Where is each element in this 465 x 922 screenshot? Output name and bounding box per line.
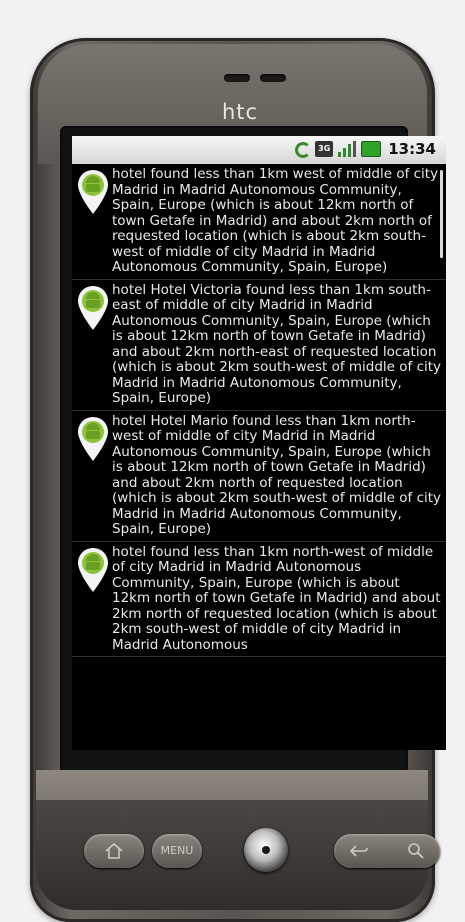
android-pin-icon <box>78 285 108 330</box>
battery-icon <box>361 141 382 157</box>
back-search-buttons[interactable] <box>334 834 440 868</box>
list-item[interactable]: hotel found less than 1km west of middle… <box>72 164 446 280</box>
result-text: hotel Hotel Mario found less than 1km no… <box>112 412 442 537</box>
status-bar: 3G 13:34 <box>72 136 446 164</box>
menu-button[interactable]: MENU <box>152 834 202 868</box>
home-button[interactable] <box>84 834 144 868</box>
menu-label: MENU <box>160 844 194 857</box>
results-list[interactable]: hotel found less than 1km west of middle… <box>72 164 446 657</box>
screen: 3G 13:34 hotel found less than 1km west … <box>72 136 446 750</box>
sync-icon <box>294 141 312 158</box>
android-pin-icon <box>78 547 108 592</box>
android-pin-icon <box>78 416 108 461</box>
back-icon <box>349 845 368 857</box>
signal-icon <box>338 141 357 157</box>
android-pin-icon <box>78 170 108 214</box>
home-icon <box>105 842 123 859</box>
3g-icon: 3G <box>315 141 334 157</box>
result-text: hotel found less than 1km north-west of … <box>112 543 441 653</box>
list-item[interactable]: hotel Hotel Victoria found less than 1km… <box>72 280 446 411</box>
brand-logo: htc <box>222 100 259 124</box>
list-item[interactable]: hotel found less than 1km north-west of … <box>72 542 446 657</box>
list-item[interactable]: hotel Hotel Mario found less than 1km no… <box>72 411 446 542</box>
list-scrollbar[interactable] <box>440 170 443 258</box>
result-text: hotel Hotel Victoria found less than 1km… <box>112 281 442 406</box>
earpiece-speaker <box>224 70 292 86</box>
status-time: 13:34 <box>388 140 436 158</box>
optical-trackpad[interactable] <box>244 828 288 872</box>
result-text: hotel found less than 1km west of middle… <box>112 166 439 275</box>
search-icon <box>408 843 424 859</box>
